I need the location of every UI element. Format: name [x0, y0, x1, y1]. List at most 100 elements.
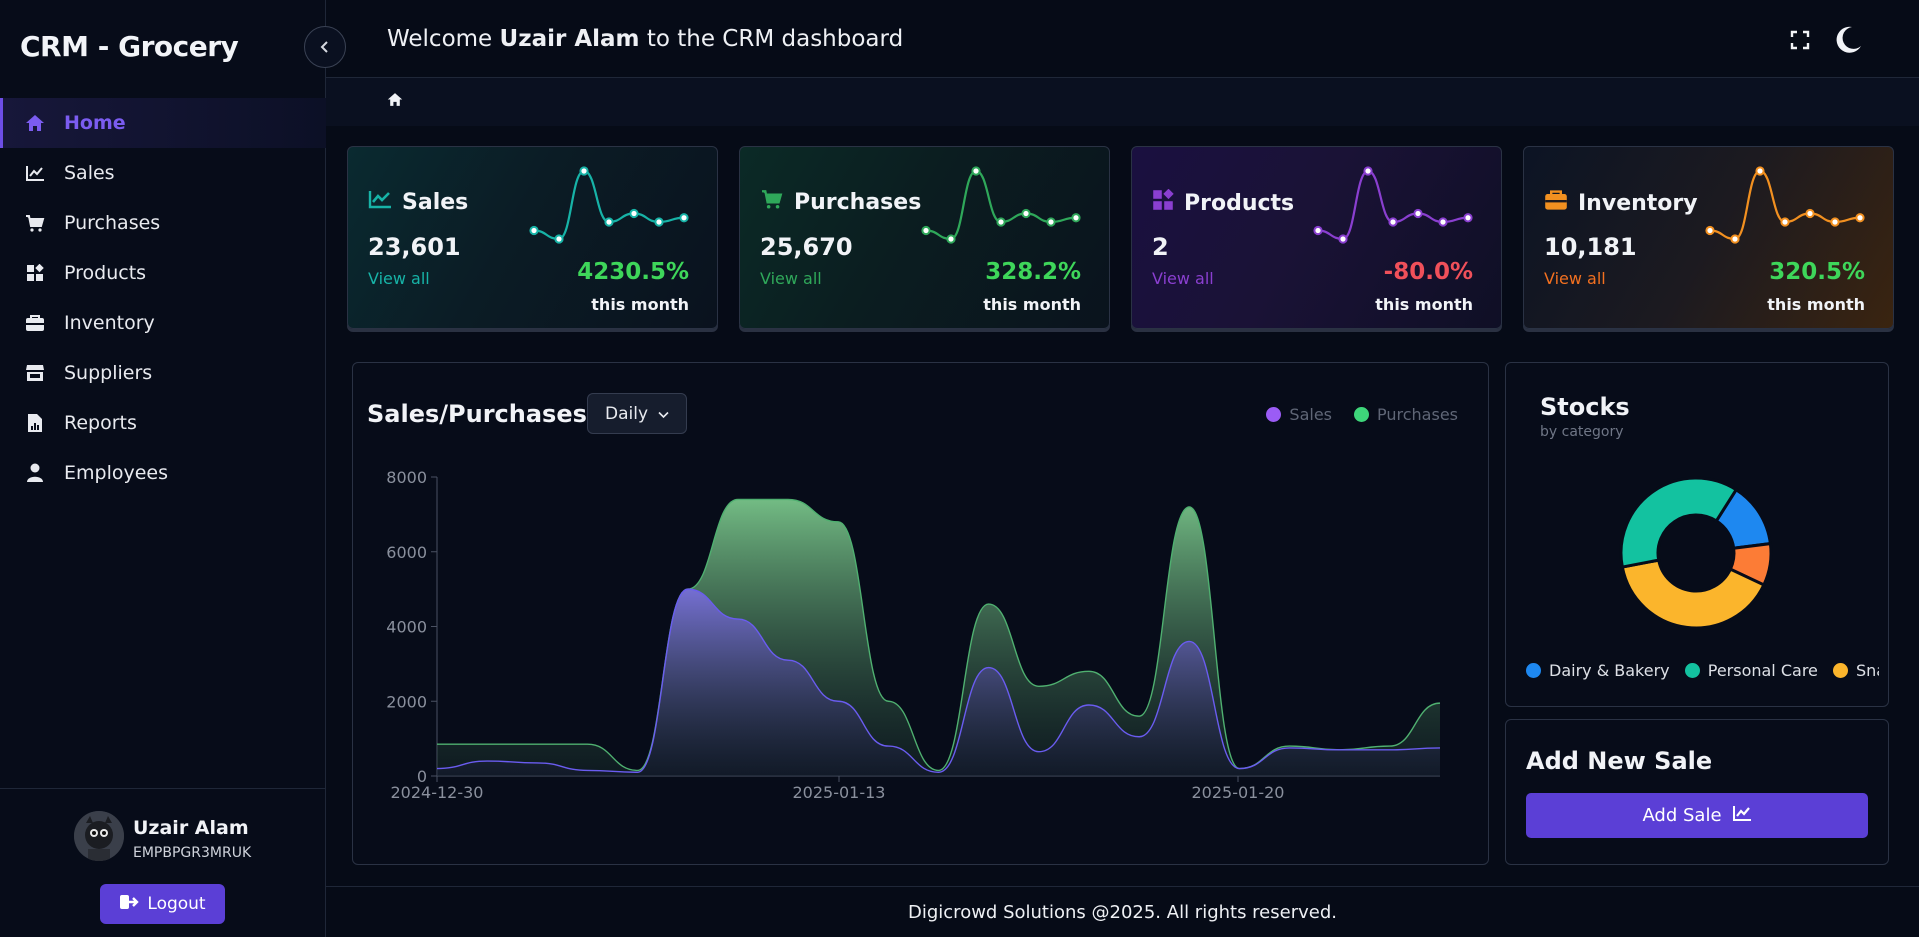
collapse-sidebar-button[interactable]	[304, 26, 346, 68]
sparkline-point	[1805, 208, 1815, 219]
add-sale-label: Add Sale	[1642, 805, 1722, 826]
sidebar-item-inventory[interactable]: Inventory	[0, 298, 326, 348]
purchases-sparkline	[921, 166, 1081, 244]
cart-icon	[760, 189, 784, 215]
sales-purchases-chart: 020004000600080002024-12-30 2025-01-13 202…	[386, 468, 1441, 802]
sparkline-point	[1313, 225, 1323, 236]
view-all-link[interactable]: View all	[368, 269, 430, 288]
sidebar: CRM - Grocery Home Sales Purchases Produ…	[0, 0, 326, 937]
inventory-sparkline	[1705, 166, 1865, 244]
welcome-message: Welcome Uzair Alam to the CRM dashboard	[387, 26, 904, 52]
chart-title: Sales/Purchases	[367, 400, 587, 428]
sparkline-point	[1705, 225, 1715, 236]
store-icon	[24, 362, 46, 384]
sidebar-item-label: Employees	[64, 462, 168, 484]
stat-percent: 320.5%	[1769, 259, 1865, 285]
x-tick-label: 2025-01-13	[793, 783, 886, 802]
user-icon	[24, 462, 46, 484]
sidebar-item-employees[interactable]: Employees	[0, 448, 326, 498]
sidebar-item-label: Purchases	[64, 212, 161, 234]
chevron-down-icon	[658, 404, 669, 424]
legend-item-sales[interactable]: Sales	[1266, 405, 1332, 424]
sidebar-item-home[interactable]: Home	[0, 98, 326, 148]
stocks-legend: Dairy & Bakery Personal Care Snacks	[1526, 661, 1879, 680]
sidebar-item-label: Sales	[64, 162, 115, 184]
sparkline-point	[1438, 217, 1448, 227]
stat-percent: 328.2%	[985, 259, 1081, 285]
sparkline-point	[1338, 234, 1348, 244]
stat-card-inventory: Inventory 10,181 View all 320.5% this mo…	[1523, 146, 1894, 329]
sparkline-series	[1317, 169, 1469, 241]
logout-label: Logout	[147, 894, 206, 914]
legend-item[interactable]: Dairy & Bakery	[1526, 661, 1670, 680]
sparkline-point	[921, 225, 931, 236]
sparkline-point	[1413, 208, 1423, 219]
add-sale-button[interactable]: Add Sale	[1526, 793, 1868, 838]
x-tick-label: 2025-01-20	[1192, 783, 1285, 802]
sparkline-point	[1755, 166, 1765, 176]
stat-period: this month	[1375, 295, 1473, 314]
view-all-link[interactable]: View all	[1152, 269, 1214, 288]
purchases-area	[437, 499, 1440, 776]
period-select[interactable]: Daily	[587, 393, 687, 434]
line-chart-icon	[368, 189, 392, 215]
sparkline-point	[579, 166, 589, 176]
report-icon	[24, 412, 46, 434]
theme-toggle-button[interactable]	[1832, 24, 1864, 56]
stat-period: this month	[983, 295, 1081, 314]
add-sale-title: Add New Sale	[1526, 747, 1713, 775]
sidebar-item-label: Home	[64, 112, 126, 134]
sidebar-item-sales[interactable]: Sales	[0, 148, 326, 198]
sparkline-point	[1388, 217, 1398, 227]
sparkline-point	[1780, 217, 1790, 227]
legend-item-purchases[interactable]: Purchases	[1354, 405, 1458, 424]
top-header: Welcome Uzair Alam to the CRM dashboard	[326, 0, 1919, 78]
stocks-title: Stocks	[1540, 393, 1630, 421]
stat-value: 23,601	[368, 233, 461, 261]
sidebar-item-suppliers[interactable]: Suppliers	[0, 348, 326, 398]
sidebar-item-purchases[interactable]: Purchases	[0, 198, 326, 248]
stocks-panel: Stocks by category Dairy & Bakery Person…	[1505, 362, 1889, 707]
sidebar-item-products[interactable]: Products	[0, 248, 326, 298]
fullscreen-button[interactable]	[1788, 28, 1812, 52]
stat-title: Purchases	[794, 189, 922, 215]
stat-card-purchases: Purchases 25,670 View all 328.2% this mo…	[739, 146, 1110, 329]
sparkline-point	[996, 217, 1006, 227]
sales-purchases-panel: Sales/Purchases Daily Sales Purchases 02…	[352, 362, 1489, 865]
view-all-link[interactable]: View all	[760, 269, 822, 288]
stat-value: 25,670	[760, 233, 853, 261]
sparkline-point	[679, 213, 689, 223]
logout-icon	[119, 894, 140, 915]
y-tick-label: 4000	[386, 618, 427, 637]
sidebar-item-label: Inventory	[64, 312, 155, 334]
sparkline-point	[1071, 213, 1081, 223]
line-chart-icon	[24, 162, 46, 184]
legend-item[interactable]: Personal Care	[1684, 661, 1818, 680]
avatar[interactable]	[74, 811, 124, 861]
stocks-subtitle: by category	[1540, 424, 1624, 440]
legend-item[interactable]: Snacks	[1832, 661, 1879, 680]
sparkline-point	[529, 225, 539, 236]
stat-value: 10,181	[1544, 233, 1637, 261]
sparkline-series	[1709, 169, 1861, 241]
stat-title: Products	[1184, 190, 1295, 216]
sparkline-point	[1046, 217, 1056, 227]
sparkline-point	[1855, 213, 1865, 223]
stat-title: Sales	[402, 189, 469, 215]
sales-sparkline	[529, 166, 689, 244]
view-all-link[interactable]: View all	[1544, 269, 1606, 288]
sparkline-point	[629, 208, 639, 219]
period-select-value: Daily	[604, 403, 648, 424]
user-name: Uzair Alam	[133, 817, 249, 839]
sidebar-item-label: Suppliers	[64, 362, 153, 384]
sparkline-point	[1730, 234, 1740, 244]
y-tick-label: 8000	[386, 468, 427, 487]
products-icon	[24, 262, 46, 284]
stat-period: this month	[1767, 295, 1865, 314]
user-section: Uzair Alam EMPBPGR3MRUK Logout	[0, 788, 326, 937]
sidebar-item-reports[interactable]: Reports	[0, 398, 326, 448]
logout-button[interactable]: Logout	[100, 884, 225, 924]
stat-card-products: Products 2 View all -80.0% this month	[1131, 146, 1502, 329]
stat-value: 2	[1152, 233, 1169, 261]
breadcrumb-home-icon[interactable]	[387, 92, 403, 111]
